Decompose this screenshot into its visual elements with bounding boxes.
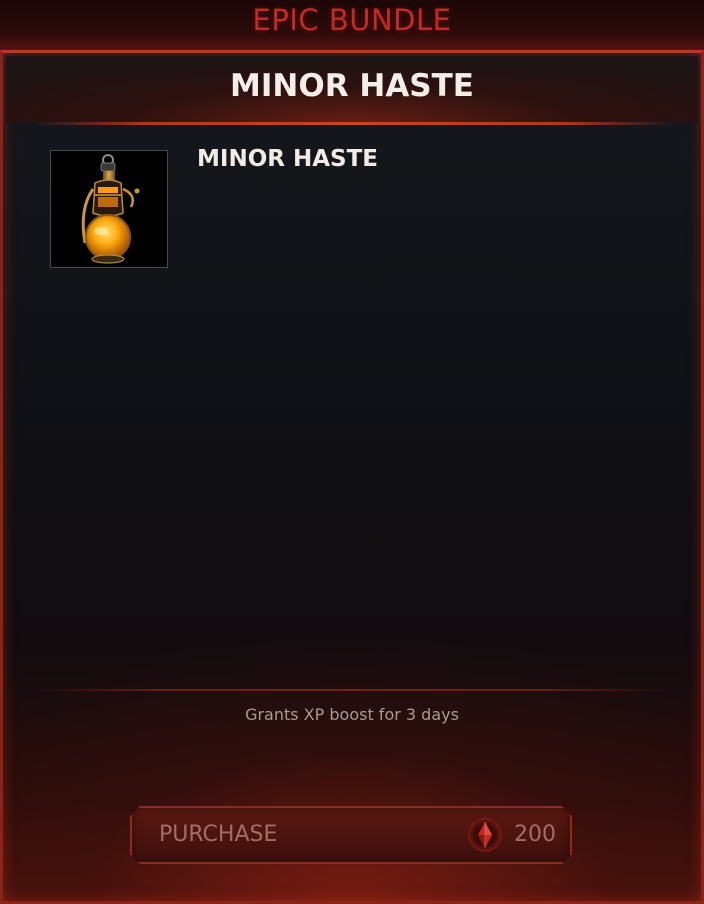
item-description: Grants XP boost for 3 days — [245, 705, 459, 724]
description-divider — [36, 689, 668, 691]
purchase-button[interactable]: PURCHASE 200 — [130, 806, 572, 864]
potion-lantern-graphic — [81, 154, 140, 264]
purchase-label: PURCHASE — [159, 822, 278, 847]
top-bar: EPIC BUNDLE — [0, 0, 704, 52]
header-divider — [33, 122, 677, 125]
bundle-title: EPIC BUNDLE — [252, 3, 452, 37]
item-name: MINOR HASTE — [197, 146, 378, 172]
red-gem-icon — [468, 818, 502, 852]
panel-title: MINOR HASTE — [230, 68, 474, 104]
panel-header: MINOR HASTE — [6, 56, 698, 122]
price-value: 200 — [514, 822, 556, 847]
potion-lantern-icon — [50, 150, 168, 268]
